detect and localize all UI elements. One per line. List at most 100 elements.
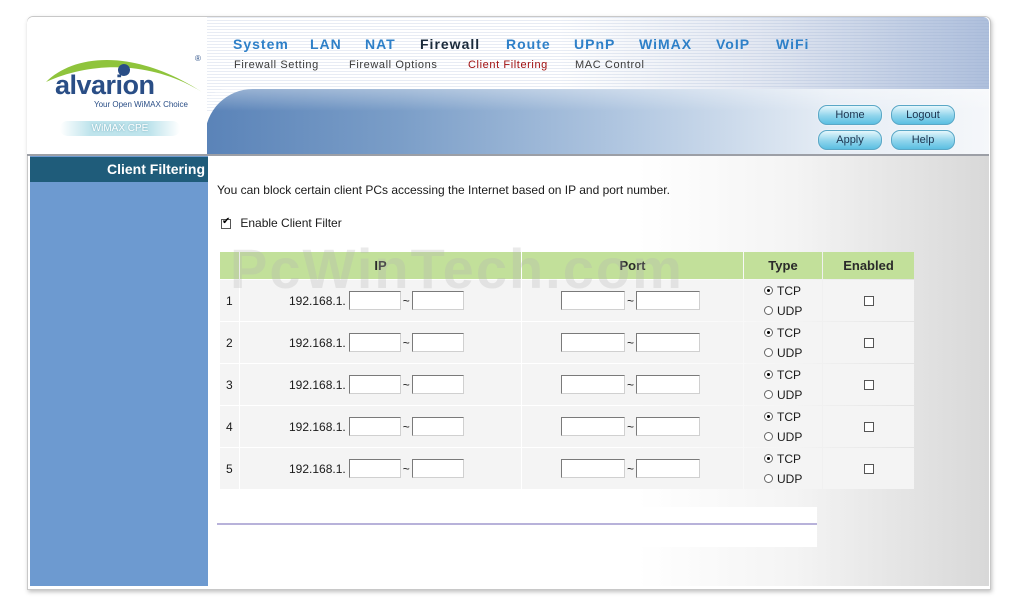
- enabled-cell: [823, 364, 914, 405]
- port-range-separator: ~: [627, 377, 635, 392]
- header-port: Port: [522, 252, 743, 279]
- port-end-input[interactable]: [636, 417, 701, 436]
- port-range-separator: ~: [627, 419, 635, 434]
- ip-prefix: 192.168.1.: [289, 377, 346, 392]
- header-type: Type: [744, 252, 822, 279]
- row-enabled-checkbox[interactable]: [863, 338, 874, 349]
- nav-system[interactable]: System: [233, 36, 289, 52]
- port-end-input[interactable]: [636, 459, 701, 478]
- type-udp-option[interactable]: UDP: [744, 427, 822, 447]
- sidebar: [30, 156, 208, 586]
- type-cell: TCP UDP: [744, 406, 822, 447]
- table-row: 3 192.168.1. ~ ~ TCP UDP: [220, 364, 914, 405]
- row-enabled-checkbox[interactable]: [863, 464, 874, 475]
- ip-end-input[interactable]: [411, 417, 464, 436]
- type-cell: TCP UDP: [744, 448, 822, 489]
- port-start-input[interactable]: [561, 459, 625, 478]
- udp-label: UDP: [777, 303, 803, 318]
- type-tcp-option[interactable]: TCP: [744, 449, 822, 469]
- port-start-input[interactable]: [561, 291, 625, 310]
- row-enabled-checkbox[interactable]: [863, 296, 874, 307]
- subnav-client-filtering[interactable]: Client Filtering: [468, 59, 548, 71]
- intro-text: You can block certain client PCs accessi…: [217, 183, 670, 197]
- type-cell: TCP UDP: [744, 322, 822, 363]
- tcp-label: TCP: [777, 367, 801, 382]
- port-end-input[interactable]: [636, 375, 701, 394]
- port-cell: ~: [522, 322, 743, 363]
- logout-button[interactable]: Logout: [891, 105, 955, 125]
- nav-firewall[interactable]: Firewall: [420, 36, 480, 52]
- type-udp-option[interactable]: UDP: [744, 301, 822, 321]
- ip-cell: 192.168.1. ~: [240, 406, 521, 447]
- port-end-input[interactable]: [636, 291, 701, 310]
- type-udp-option[interactable]: UDP: [744, 343, 822, 363]
- ip-end-input[interactable]: [411, 291, 464, 310]
- udp-radio[interactable]: [764, 348, 773, 357]
- port-start-input[interactable]: [561, 333, 625, 352]
- tcp-radio[interactable]: [764, 370, 773, 379]
- udp-radio[interactable]: [764, 390, 773, 399]
- ip-start-input[interactable]: [348, 291, 401, 310]
- row-index: 5: [220, 448, 239, 489]
- header-index: [220, 252, 239, 279]
- nav-voip[interactable]: VoIP: [716, 36, 750, 52]
- ip-range-separator: ~: [402, 377, 410, 392]
- nav-nat[interactable]: NAT: [365, 36, 396, 52]
- tcp-radio[interactable]: [764, 412, 773, 421]
- ip-end-input[interactable]: [411, 459, 464, 478]
- nav-wimax[interactable]: WiMAX: [639, 36, 692, 52]
- port-cell: ~: [522, 448, 743, 489]
- udp-radio[interactable]: [764, 306, 773, 315]
- ip-end-input[interactable]: [411, 375, 464, 394]
- tcp-radio[interactable]: [764, 454, 773, 463]
- type-tcp-option[interactable]: TCP: [744, 281, 822, 301]
- subnav-firewall-setting[interactable]: Firewall Setting: [234, 59, 319, 71]
- home-button[interactable]: Home: [818, 105, 882, 125]
- ip-cell: 192.168.1. ~: [240, 448, 521, 489]
- udp-radio[interactable]: [764, 432, 773, 441]
- udp-label: UDP: [777, 429, 803, 444]
- ip-prefix: 192.168.1.: [289, 419, 346, 434]
- row-index: 3: [220, 364, 239, 405]
- table-row: 1 192.168.1. ~ ~ TCP UDP: [220, 280, 914, 321]
- subnav-mac-control[interactable]: MAC Control: [575, 59, 645, 71]
- ip-start-input[interactable]: [348, 375, 401, 394]
- ip-start-input[interactable]: [348, 459, 401, 478]
- row-enabled-checkbox[interactable]: [863, 380, 874, 391]
- table-header-row: IP Port Type Enabled: [220, 252, 914, 279]
- type-tcp-option[interactable]: TCP: [744, 365, 822, 385]
- nav-upnp[interactable]: UPnP: [574, 36, 615, 52]
- ip-cell: 192.168.1. ~: [240, 364, 521, 405]
- logo-registered-mark: ®: [195, 54, 201, 63]
- help-button[interactable]: Help: [891, 130, 955, 150]
- subnav-firewall-options[interactable]: Firewall Options: [349, 59, 437, 71]
- port-start-input[interactable]: [561, 417, 625, 436]
- type-cell: TCP UDP: [744, 364, 822, 405]
- tcp-radio[interactable]: [764, 286, 773, 295]
- nav-route[interactable]: Route: [506, 36, 551, 52]
- tcp-label: TCP: [777, 325, 801, 340]
- row-enabled-checkbox[interactable]: [863, 422, 874, 433]
- tcp-radio[interactable]: [764, 328, 773, 337]
- ip-start-input[interactable]: [348, 333, 401, 352]
- row-index: 2: [220, 322, 239, 363]
- type-tcp-option[interactable]: TCP: [744, 407, 822, 427]
- nav-lan[interactable]: LAN: [310, 36, 342, 52]
- port-end-input[interactable]: [636, 333, 701, 352]
- row-index: 1: [220, 280, 239, 321]
- port-start-input[interactable]: [561, 375, 625, 394]
- enable-client-filter-checkbox[interactable]: [221, 216, 231, 229]
- ip-end-input[interactable]: [411, 333, 464, 352]
- type-udp-option[interactable]: UDP: [744, 385, 822, 405]
- enabled-cell: [823, 406, 914, 447]
- ip-prefix: 192.168.1.: [289, 461, 346, 476]
- udp-radio[interactable]: [764, 474, 773, 483]
- sidebar-title: Client Filtering: [30, 157, 208, 182]
- ip-range-separator: ~: [402, 461, 410, 476]
- apply-button[interactable]: Apply: [818, 130, 882, 150]
- type-udp-option[interactable]: UDP: [744, 469, 822, 489]
- nav-wifi[interactable]: WiFi: [776, 36, 809, 52]
- type-tcp-option[interactable]: TCP: [744, 323, 822, 343]
- port-range-separator: ~: [627, 461, 635, 476]
- ip-start-input[interactable]: [348, 417, 401, 436]
